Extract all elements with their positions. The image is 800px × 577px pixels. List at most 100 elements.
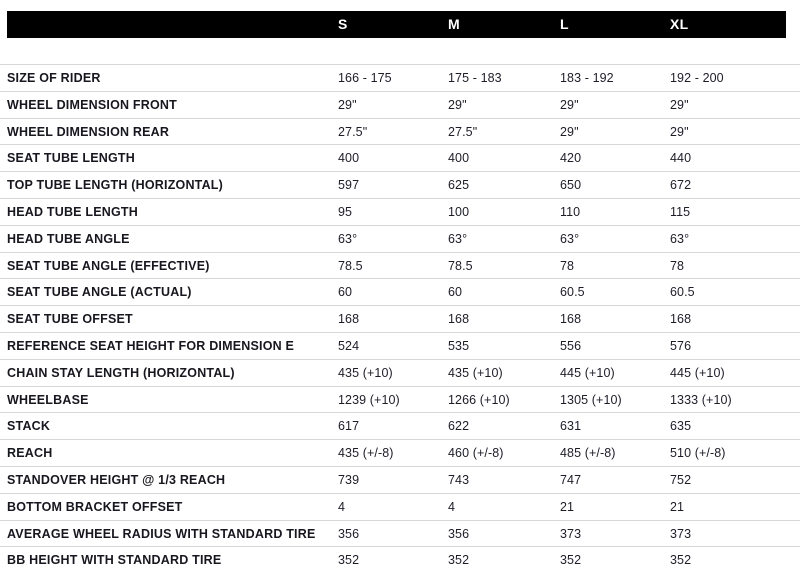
table-row: WHEEL DIMENSION FRONT 29" 29" 29" 29" — [0, 90, 800, 118]
row-value-l: 352 — [560, 553, 582, 568]
row-value-s: 597 — [338, 178, 360, 193]
row-value-s: 617 — [338, 419, 360, 434]
row-label: SEAT TUBE LENGTH — [7, 151, 135, 166]
row-value-l: 29" — [560, 124, 579, 139]
row-label: BOTTOM BRACKET OFFSET — [7, 499, 183, 514]
row-value-s: 435 (+/-8) — [338, 446, 394, 461]
row-value-m: 4 — [448, 499, 456, 514]
row-value-xl: 1333 (+10) — [670, 392, 732, 407]
row-value-xl: 510 (+/-8) — [670, 446, 726, 461]
row-value-l: 63° — [560, 231, 580, 246]
row-label: STACK — [7, 419, 51, 434]
row-value-xl: 576 — [670, 338, 692, 353]
row-label: REACH — [7, 446, 53, 461]
column-header-size-l: L — [560, 16, 569, 32]
row-value-l: 420 — [560, 151, 582, 166]
row-value-xl: 78 — [670, 258, 685, 273]
row-value-s: 78.5 — [338, 258, 363, 273]
row-value-s: 95 — [338, 204, 353, 219]
row-value-s: 63° — [338, 231, 358, 246]
column-header-size-xl: XL — [670, 16, 689, 32]
row-value-l: 445 (+10) — [560, 365, 615, 380]
row-value-m: 625 — [448, 178, 470, 193]
row-value-s: 400 — [338, 151, 360, 166]
table-body: SIZE OF RIDER 166 - 175 175 - 183 183 - … — [0, 64, 800, 573]
row-value-m: 100 — [448, 204, 470, 219]
row-value-xl: 21 — [670, 499, 685, 514]
row-value-m: 743 — [448, 472, 470, 487]
row-value-xl: 440 — [670, 151, 692, 166]
row-value-l: 78 — [560, 258, 575, 273]
row-value-xl: 192 - 200 — [670, 71, 724, 85]
row-value-l: 631 — [560, 419, 582, 434]
row-value-m: 175 - 183 — [448, 71, 502, 85]
row-value-l: 29" — [560, 97, 579, 112]
row-value-s: 4 — [338, 499, 346, 514]
column-header-size-s: S — [338, 16, 348, 32]
row-label: HEAD TUBE ANGLE — [7, 231, 130, 246]
row-value-s: 168 — [338, 312, 360, 327]
row-label: REFERENCE SEAT HEIGHT FOR DIMENSION E — [7, 338, 295, 353]
row-label: HEAD TUBE LENGTH — [7, 204, 138, 219]
row-value-l: 747 — [560, 472, 582, 487]
table-row: STACK 617 622 631 635 — [0, 412, 800, 439]
row-value-xl: 29" — [670, 124, 689, 139]
row-value-s: 739 — [338, 472, 360, 487]
table-row: HEAD TUBE ANGLE 63° 63° 63° 63° — [0, 224, 800, 252]
row-value-xl: 63° — [670, 231, 690, 246]
row-value-xl: 672 — [670, 178, 692, 193]
table-row: BB HEIGHT WITH STANDARD TIRE 352 352 352… — [0, 546, 800, 573]
table-row: SEAT TUBE LENGTH 400 400 420 440 — [0, 144, 800, 171]
row-value-s: 352 — [338, 553, 360, 568]
row-value-s: 356 — [338, 526, 360, 541]
row-value-s: 29" — [338, 97, 357, 112]
row-value-l: 485 (+/-8) — [560, 446, 616, 461]
table-row: SIZE OF RIDER 166 - 175 175 - 183 183 - … — [0, 64, 800, 91]
geometry-spec-table: S M L XL SIZE OF RIDER 166 - 175 175 - 1… — [0, 0, 800, 577]
row-value-l: 168 — [560, 312, 582, 327]
row-value-m: 1266 (+10) — [448, 392, 510, 407]
column-header-size-m: M — [448, 16, 460, 32]
row-value-l: 183 - 192 — [560, 71, 614, 85]
row-value-m: 356 — [448, 526, 470, 541]
table-row: SEAT TUBE OFFSET 168 168 168 168 — [0, 305, 800, 332]
row-value-xl: 445 (+10) — [670, 365, 725, 380]
row-value-l: 1305 (+10) — [560, 392, 622, 407]
table-row: WHEEL DIMENSION REAR 27.5" 27.5" 29" 29" — [0, 117, 800, 145]
row-value-xl: 752 — [670, 472, 692, 487]
row-value-m: 60 — [448, 285, 463, 300]
table-row: AVERAGE WHEEL RADIUS WITH STANDARD TIRE … — [0, 519, 800, 547]
row-label: SEAT TUBE ANGLE (ACTUAL) — [7, 285, 192, 300]
row-value-m: 535 — [448, 338, 470, 353]
table-row: CHAIN STAY LENGTH (HORIZONTAL) 435 (+10)… — [0, 358, 800, 386]
table-row: SEAT TUBE ANGLE (ACTUAL) 60 60 60.5 60.5 — [0, 278, 800, 305]
table-row: SEAT TUBE ANGLE (EFFECTIVE) 78.5 78.5 78… — [0, 251, 800, 279]
row-label: WHEELBASE — [7, 392, 89, 407]
row-value-xl: 168 — [670, 312, 692, 327]
row-label: SIZE OF RIDER — [7, 71, 101, 85]
table-row: WHEELBASE 1239 (+10) 1266 (+10) 1305 (+1… — [0, 385, 800, 413]
row-value-m: 78.5 — [448, 258, 473, 273]
row-value-xl: 373 — [670, 526, 692, 541]
row-value-s: 524 — [338, 338, 360, 353]
row-label: AVERAGE WHEEL RADIUS WITH STANDARD TIRE — [7, 526, 316, 541]
row-value-s: 1239 (+10) — [338, 392, 400, 407]
row-value-s: 166 - 175 — [338, 71, 392, 85]
table-row: TOP TUBE LENGTH (HORIZONTAL) 597 625 650… — [0, 171, 800, 198]
row-value-m: 400 — [448, 151, 470, 166]
row-label: SEAT TUBE ANGLE (EFFECTIVE) — [7, 258, 210, 273]
row-value-s: 27.5" — [338, 124, 368, 139]
row-value-m: 63° — [448, 231, 468, 246]
row-label: WHEEL DIMENSION REAR — [7, 124, 170, 139]
row-value-m: 29" — [448, 97, 467, 112]
row-label: WHEEL DIMENSION FRONT — [7, 97, 177, 112]
table-row: STANDOVER HEIGHT @ 1/3 REACH 739 743 747… — [0, 465, 800, 493]
table-row: HEAD TUBE LENGTH 95 100 110 115 — [0, 197, 800, 225]
row-value-l: 110 — [560, 204, 581, 219]
row-value-m: 435 (+10) — [448, 365, 503, 380]
table-row: REACH 435 (+/-8) 460 (+/-8) 485 (+/-8) 5… — [0, 439, 800, 466]
row-value-xl: 115 — [670, 204, 691, 219]
row-value-l: 60.5 — [560, 285, 585, 300]
row-value-l: 21 — [560, 499, 575, 514]
row-label: SEAT TUBE OFFSET — [7, 312, 133, 327]
